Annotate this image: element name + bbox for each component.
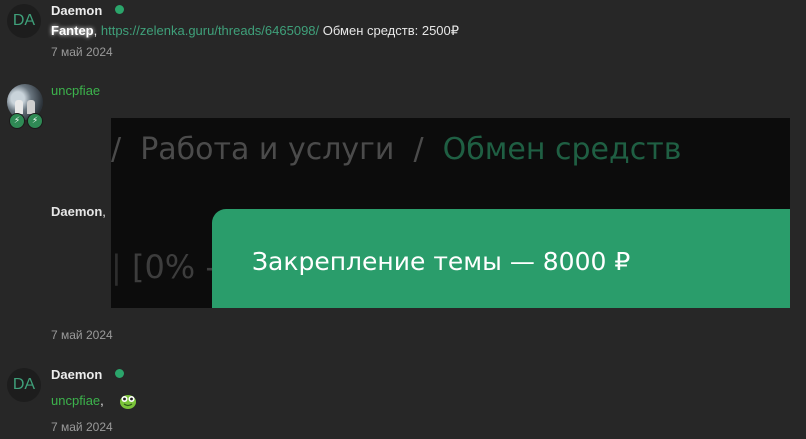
avatar[interactable]: DA	[7, 4, 41, 38]
breadcrumb-work-services: Работа и услуги	[140, 132, 395, 167]
online-indicator	[115, 5, 124, 14]
breadcrumb-separator: /	[111, 132, 122, 167]
message-3: DA Daemon uncpfiae, 7 май 2024	[0, 364, 806, 439]
message-text: uncpfiae,	[51, 393, 104, 408]
embedded-image[interactable]: / Работа и услуги / Обмен средств | [0% …	[111, 118, 790, 308]
lightning-icon[interactable]: ⚡	[27, 113, 43, 129]
timestamp[interactable]: 7 май 2024	[51, 420, 113, 434]
username[interactable]: Daemon	[51, 367, 102, 382]
thread-link[interactable]: https://zelenka.guru/threads/6465098/	[101, 23, 319, 38]
user-badges: ⚡ ⚡	[9, 113, 43, 129]
avatar[interactable]: DA	[7, 368, 41, 402]
breadcrumb: / Работа и услуги / Обмен средств	[111, 132, 681, 167]
quote-author-line: Daemon,	[51, 204, 106, 219]
quote-author[interactable]: Daemon	[51, 204, 102, 219]
mention-separator: ,	[100, 393, 104, 408]
price-label: Закрепление темы — 8000 ₽	[252, 247, 631, 276]
timestamp[interactable]: 7 май 2024	[51, 45, 113, 59]
mention[interactable]: uncpfiae	[51, 393, 100, 408]
quote-separator: ,	[102, 204, 106, 219]
mention-separator: ,	[93, 23, 98, 38]
message-text: Fantep, https://zelenka.guru/threads/646…	[51, 23, 459, 39]
ghost-title: | [0% -	[111, 248, 217, 286]
username[interactable]: Daemon	[51, 3, 102, 18]
avatar-figure	[27, 100, 35, 114]
breadcrumb-separator: /	[413, 132, 424, 167]
message-body: Обмен средств: 2500₽	[322, 23, 460, 38]
online-indicator	[115, 369, 124, 378]
price-card: Закрепление темы — 8000 ₽	[212, 209, 790, 308]
avatar-figure	[15, 100, 23, 114]
lightning-icon[interactable]: ⚡	[9, 113, 25, 129]
mention[interactable]: Fantep	[51, 23, 94, 38]
message-1: DA Daemon Fantep, https://zelenka.guru/t…	[0, 0, 806, 70]
timestamp[interactable]: 7 май 2024	[51, 328, 113, 342]
breadcrumb-exchange: Обмен средств	[442, 132, 682, 167]
frog-sticker-icon	[120, 395, 136, 409]
username[interactable]: uncpfiae	[51, 83, 100, 98]
